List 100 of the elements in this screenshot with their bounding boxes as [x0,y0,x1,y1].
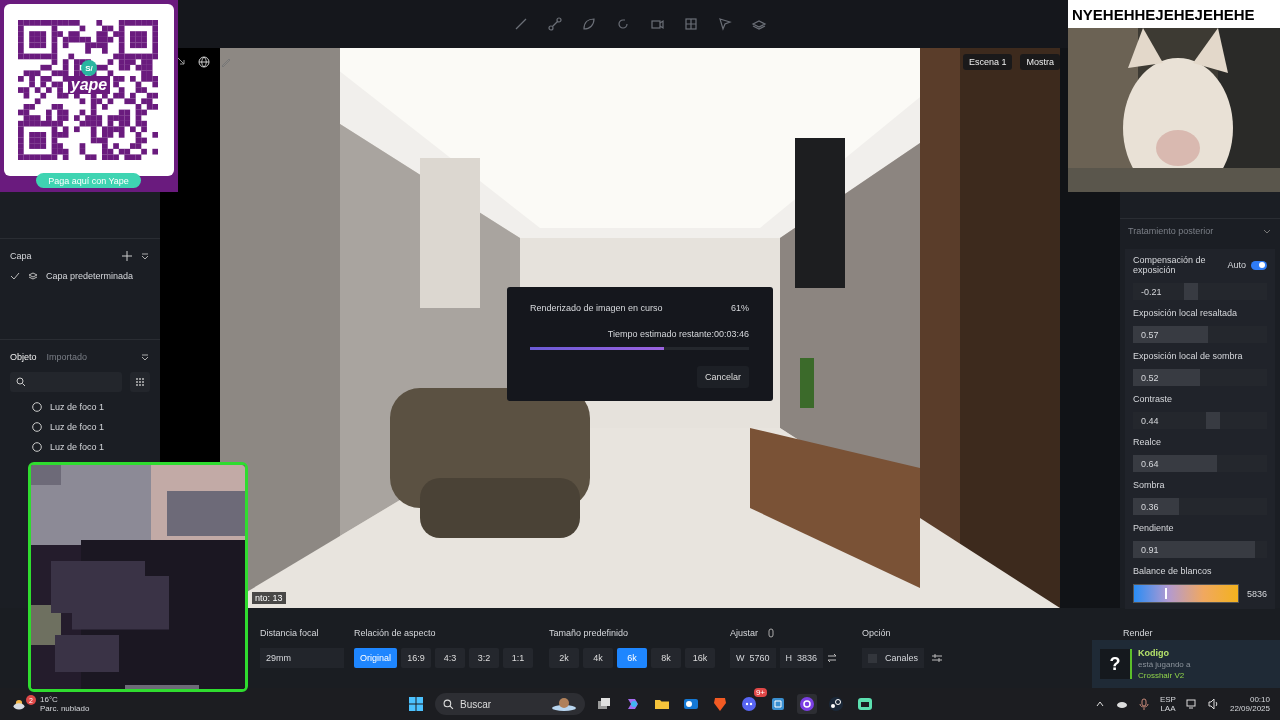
slider-track[interactable]: 0.36 [1133,498,1267,515]
field-label: Opción [862,628,892,638]
slider-value: 0.91 [1140,544,1159,555]
swap-icon[interactable] [827,653,838,663]
friend-name: Kodigo [1138,648,1170,658]
task-view-icon[interactable] [596,696,612,712]
option-button[interactable]: 2k [549,648,579,668]
slider-value: 0.57 [1140,329,1159,340]
robot-app-icon[interactable] [857,696,873,712]
option-button[interactable]: 6k [617,648,647,668]
search-field[interactable] [10,372,122,392]
layer-item[interactable]: Capa predeterminada [46,271,134,281]
logo-text: yape [67,76,111,94]
grid-button[interactable] [130,372,150,392]
plus-icon[interactable] [122,251,132,261]
slider-value: 5836 [1246,588,1267,599]
node-tool-icon[interactable] [547,16,563,32]
cube-app-icon[interactable] [770,696,786,712]
circle-icon [32,422,42,432]
steam-icon[interactable] [828,696,844,712]
microphone-icon[interactable] [1137,698,1150,710]
checkmark-icon[interactable] [10,271,20,281]
slider-thumb[interactable] [1183,283,1198,300]
toggle-label: Auto [1227,260,1246,270]
slider-track[interactable]: 0.57 [1133,326,1267,343]
clock-time[interactable]: 00:10 [1249,695,1270,704]
copilot-icon[interactable] [625,696,641,712]
option-button[interactable]: Original [354,648,397,668]
taskbar-search-field[interactable]: Buscar [435,693,585,715]
friend-status: está jugando a [1138,660,1191,669]
slider-track[interactable]: -0.21 [1133,283,1267,300]
object-item[interactable]: Luz de foco 1 [50,422,105,432]
input-field[interactable]: 29mm [260,648,344,668]
option-button[interactable]: 4:3 [435,648,465,668]
notification-badge: 9+ [753,688,767,697]
width-field[interactable]: W 5760 [730,648,776,668]
object-item[interactable]: Luz de foco 1 [50,402,105,412]
language-indicator[interactable]: LAA [1160,704,1176,713]
panel-tab[interactable]: Objeto [10,352,37,362]
slider-label: Exposición local de sombra [1133,351,1243,361]
network-icon[interactable] [1185,698,1198,710]
slider-value: 0.52 [1140,372,1159,383]
weather-cloud-icon[interactable] [12,697,26,711]
circle-icon [32,442,42,452]
speaker-icon[interactable] [1207,698,1220,710]
option-button[interactable]: 8k [651,648,681,668]
option-button[interactable]: 16:9 [401,648,431,668]
option-button[interactable]: 1:1 [503,648,533,668]
rotate-icon[interactable] [615,16,631,32]
windows-logo-icon[interactable] [408,696,424,712]
slider-label: Pendiente [1133,523,1174,533]
expand-icon[interactable] [176,56,188,68]
weather-description: Parc. nublado [40,704,90,713]
collapse-icon[interactable] [140,352,150,362]
slider-track[interactable]: 0.52 [1133,369,1267,386]
slider-value: 0.44 [1140,415,1159,426]
line-tool-icon[interactable] [513,16,529,32]
section-title: Tratamiento posterior [1128,226,1214,236]
layers-icon [28,271,38,281]
slider-track[interactable]: 0.44 [1133,412,1267,429]
option-button[interactable]: 16k [685,648,715,668]
field-label: Ajustar [730,628,758,638]
chat-app-icon[interactable] [741,696,757,712]
game-notification[interactable]: ? Kodigo está jugando a Crosshair V2 [1092,640,1280,688]
grid-icon[interactable] [683,16,699,32]
toggle-switch[interactable] [1251,260,1267,270]
slider-label: Sombra [1133,480,1165,490]
search-icon [16,377,26,387]
slider-value: -0.21 [1140,286,1162,297]
option-button[interactable]: 4k [583,648,613,668]
panel-tab[interactable]: Importado [46,352,88,362]
collapse-icon[interactable] [140,251,150,261]
color-temperature-slider[interactable] [1133,584,1239,603]
search-highlight-icon [551,696,577,712]
temperature: 16°C [40,695,59,704]
search-placeholder: Buscar [460,698,493,710]
circle-icon [32,402,42,412]
slider-thumb[interactable] [1165,588,1168,599]
section-title: Capa [10,251,33,261]
height-field[interactable]: H 3836 [779,648,824,668]
language-indicator[interactable]: ESP [1159,695,1176,704]
section-title: Render [1123,628,1153,638]
slider-label: Balance de blancos [1133,566,1213,576]
sliders-icon[interactable] [932,653,943,663]
field-label: Tamaño predefinido [549,628,630,638]
dots-grid-icon [135,377,145,387]
option-button[interactable]: 3:2 [469,648,499,668]
field-label: Distancia focal [260,628,320,638]
clock-date[interactable]: 22/09/2025 [1229,704,1270,713]
slider-track[interactable]: 0.64 [1133,455,1267,472]
slider-label: Compensación de exposición [1133,255,1207,275]
slider-thumb[interactable] [1206,412,1221,429]
slider-label: Realce [1133,437,1161,447]
pen-tool-icon[interactable] [581,16,597,32]
slider-label: Exposición local resaltada [1133,308,1238,318]
object-item[interactable]: Luz de foco 1 [50,442,105,452]
checkbox-label: Canales [885,653,919,663]
slider-track[interactable]: 0.91 [1133,541,1267,558]
overlay-caption: NYEHEHHEJEHEJEHEHE [1068,0,1280,28]
globe-icon[interactable] [198,56,210,68]
